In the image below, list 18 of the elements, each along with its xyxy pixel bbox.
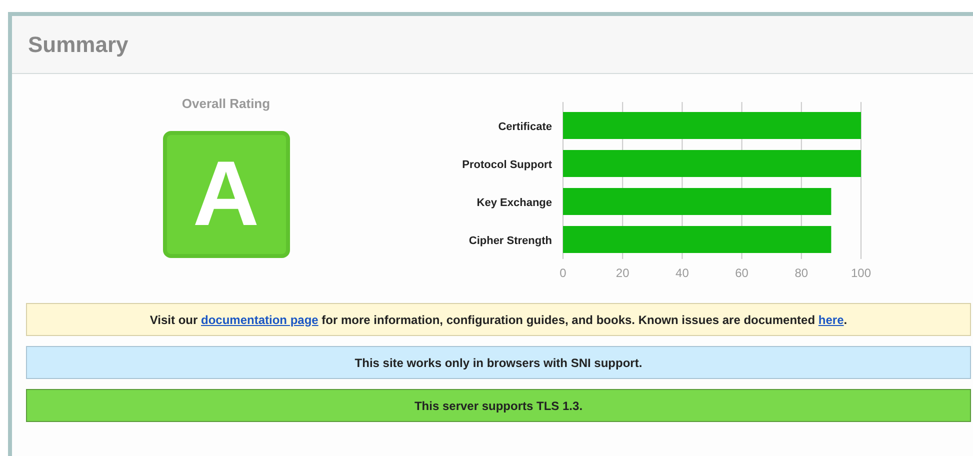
tick-label: 60	[735, 266, 748, 280]
grade-badge: A	[162, 130, 290, 258]
category-label: Certificate	[498, 121, 552, 133]
category-label: Protocol Support	[462, 159, 552, 171]
notice-link[interactable]: documentation page	[201, 312, 318, 326]
notice-text: Visit our documentation page for more information, configuration guides, and books. Known issues are documented here.	[150, 312, 848, 328]
category-label: Cipher Strength	[468, 235, 552, 247]
tick-label: 0	[560, 266, 566, 280]
notice-text: This site works only in browsers with SNI support.	[354, 354, 642, 372]
notice-link[interactable]: here	[818, 312, 844, 326]
tick-label: 80	[794, 266, 808, 280]
tick-label: 40	[676, 266, 689, 280]
panel-title: Summary	[28, 31, 128, 59]
category-label: Key Exchange	[476, 197, 552, 209]
rating-label: Overall Rating	[182, 95, 270, 113]
notice-text: This server supports TLS 1.3.	[414, 398, 583, 414]
tick-label: 20	[616, 266, 630, 280]
tick-label: 100	[850, 266, 872, 280]
